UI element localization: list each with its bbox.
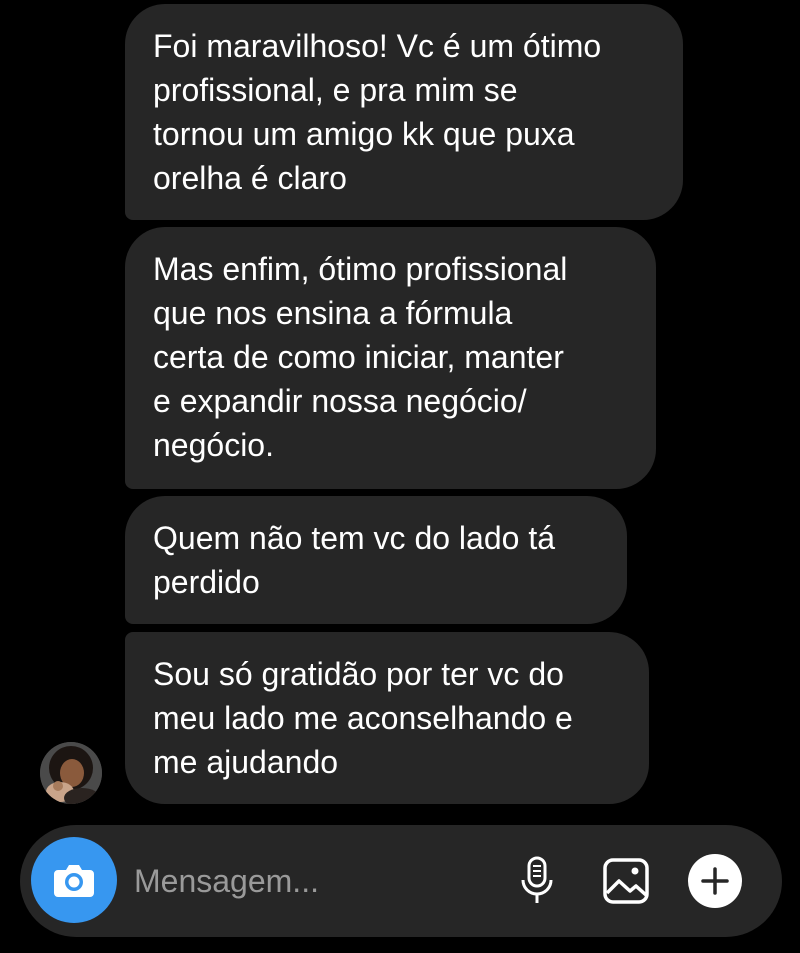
add-button[interactable] [688, 854, 742, 908]
image-icon [603, 858, 649, 904]
message-thread: Foi maravilhoso! Vc é um ótimo profissio… [0, 0, 800, 820]
message-bubble[interactable]: Quem não tem vc do lado tá perdido [125, 496, 627, 624]
message-input[interactable] [134, 859, 464, 903]
gallery-button[interactable] [599, 854, 653, 908]
message-bubble[interactable]: Sou só gratidão por ter vc do meu lado m… [125, 632, 649, 804]
microphone-button[interactable] [510, 854, 564, 908]
sender-avatar[interactable] [40, 742, 102, 804]
message-composer [20, 825, 782, 937]
camera-icon [54, 865, 94, 897]
avatar-photo [40, 742, 102, 804]
camera-button[interactable] [31, 837, 117, 923]
message-bubble[interactable]: Mas enfim, ótimo profissional que nos en… [125, 227, 656, 489]
plus-icon [688, 854, 742, 908]
microphone-icon [521, 856, 553, 903]
message-bubble[interactable]: Foi maravilhoso! Vc é um ótimo profissio… [125, 4, 683, 220]
